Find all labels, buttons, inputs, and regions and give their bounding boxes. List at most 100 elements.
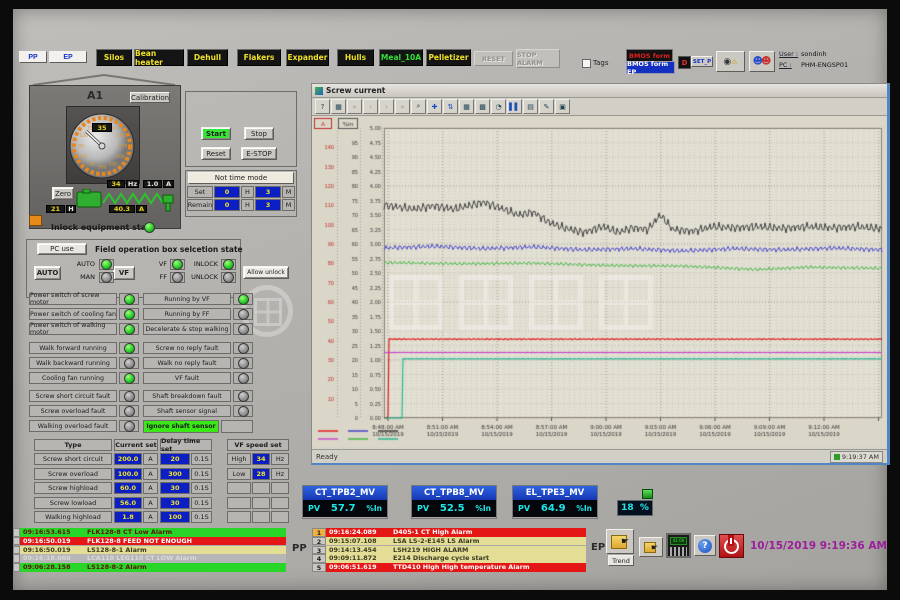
settings-delay-value[interactable]: 100 bbox=[160, 511, 190, 523]
calendar-icon[interactable]: ▦ bbox=[331, 99, 346, 114]
zoom-icon[interactable]: ⌕ bbox=[411, 99, 426, 114]
calibration-button[interactable]: Calibration bbox=[130, 92, 170, 103]
pv-display-el_tpe3_mv: EL_TPE3_MVPV64.9%In bbox=[512, 485, 598, 519]
ep-page-button[interactable]: EP bbox=[49, 51, 87, 63]
alarm-row[interactable]: 309:14:13.454LSH219 HIGH ALARM bbox=[312, 546, 586, 555]
keypad-icon[interactable]: 41.00 bbox=[666, 533, 691, 558]
help-icon[interactable]: ? bbox=[315, 99, 330, 114]
settings-current-value[interactable]: 200.0 bbox=[114, 453, 142, 465]
nav-button-bean-heater[interactable]: Bean heater bbox=[134, 49, 184, 66]
d-badge-icon[interactable]: D bbox=[678, 56, 691, 69]
settings-current-value[interactable]: 1.8 bbox=[114, 511, 142, 523]
vf-speed-unit bbox=[271, 511, 289, 523]
settings-current-value[interactable]: 100.0 bbox=[114, 468, 142, 480]
status-right-label: Running by FF bbox=[143, 308, 231, 320]
equipment-title: A1 bbox=[87, 89, 103, 102]
reset-button[interactable]: RESET bbox=[474, 51, 513, 66]
grid-icon[interactable]: ▦ bbox=[459, 99, 474, 114]
edit-icon[interactable]: ✎ bbox=[539, 99, 554, 114]
set-p-button[interactable]: SET_P bbox=[691, 56, 713, 67]
allow-unlock-button[interactable]: Allow unlock bbox=[243, 266, 289, 279]
settings-delay-value[interactable]: 30 bbox=[160, 497, 190, 509]
settings-delay-value[interactable]: 30 bbox=[160, 482, 190, 494]
trend-plot[interactable] bbox=[312, 116, 886, 447]
start-button[interactable]: Start bbox=[201, 127, 231, 140]
alarm-row[interactable]: 109:16:24.089D405-1 CT High Alarm bbox=[312, 528, 586, 537]
pan-icon[interactable]: ✚ bbox=[427, 99, 442, 114]
pp-page-button[interactable]: PP bbox=[19, 51, 47, 63]
stop-alarm-button[interactable]: STOP ALARM bbox=[516, 49, 560, 68]
ignore-shaft-sensor-button[interactable]: Ignore shaft sensor bbox=[143, 420, 219, 433]
vf-speed-value[interactable]: 28 bbox=[252, 468, 270, 480]
stop-button[interactable]: Stop bbox=[244, 127, 274, 140]
trend-button-label[interactable]: Trend bbox=[608, 555, 634, 566]
nav-button-meal-10a[interactable]: Meal_10A bbox=[379, 49, 423, 66]
notes-hand-icon[interactable]: ☛ bbox=[639, 537, 663, 557]
nav-button-expander[interactable]: Expander bbox=[286, 49, 329, 66]
nav-button-silos[interactable]: Silos bbox=[96, 49, 132, 66]
vf-led bbox=[170, 272, 185, 283]
timer-minutes-value[interactable]: 3 bbox=[255, 186, 281, 198]
alarm-monitor-icon[interactable]: ◉⚠ bbox=[716, 51, 745, 72]
timer-hours-value[interactable]: 0 bbox=[214, 199, 240, 211]
status-left-label: Power switch of walking motor bbox=[29, 323, 117, 335]
alarm-row[interactable]: 09:06:28.158LS128-8-2 Alarm bbox=[13, 563, 286, 572]
timer-mode-header[interactable]: Not time mode bbox=[188, 172, 294, 184]
status-right-led bbox=[233, 308, 253, 320]
image-icon[interactable]: ▣ bbox=[555, 99, 570, 114]
prev-icon[interactable]: ‹ bbox=[363, 99, 378, 114]
alarm-row[interactable]: 409:09:11.872E214 Discharge cycle start bbox=[312, 554, 586, 563]
settings-current-value[interactable]: 60.0 bbox=[114, 482, 142, 494]
alarm-text: LS128-8-2 Alarm bbox=[81, 563, 286, 572]
bmos-form-ep-button[interactable]: BMOS form EP bbox=[626, 61, 675, 74]
vf-ff-button[interactable]: VF bbox=[113, 266, 135, 280]
nav-button-dehull[interactable]: Dehull bbox=[187, 49, 228, 66]
timer-hours-unit: H bbox=[241, 199, 254, 211]
alarm-row[interactable]: 209:15:07.108LSA LS-2-E145 LS Alarm bbox=[312, 537, 586, 546]
settings-current-unit: A bbox=[143, 511, 158, 523]
time-icon[interactable]: ◔ bbox=[491, 99, 506, 114]
alarm-row-number: 2 bbox=[312, 537, 326, 546]
scale-icon[interactable]: ⇅ bbox=[443, 99, 458, 114]
settings-delay-value[interactable]: 300 bbox=[160, 468, 190, 480]
alarm-row[interactable]: 09:16:50.019LS128-8-1 Alarm bbox=[13, 546, 286, 555]
nav-button-pelletizer[interactable]: Pelletizer bbox=[426, 49, 471, 66]
timer-hours-value[interactable]: 0 bbox=[214, 186, 240, 198]
tags-checkbox[interactable] bbox=[582, 59, 591, 68]
pause-icon[interactable]: ▌▌ bbox=[507, 99, 522, 114]
alarm-row-selector bbox=[13, 528, 20, 537]
pv-label: PV bbox=[308, 504, 320, 513]
nav-button-hulls[interactable]: Hulls bbox=[337, 49, 374, 66]
nav-button-flakers[interactable]: Flakers bbox=[237, 49, 281, 66]
last-icon[interactable]: » bbox=[395, 99, 410, 114]
alarm-time: 09:09:11.872 bbox=[326, 554, 389, 563]
next-icon[interactable]: › bbox=[379, 99, 394, 114]
vf-speed-unit: Hz bbox=[271, 453, 289, 465]
alarm-row[interactable]: 09:16:50.019FLK128-8 FEED NOT ENOUGH bbox=[13, 537, 286, 546]
help-icon[interactable]: ? bbox=[694, 535, 716, 556]
settings-delay-value[interactable]: 20 bbox=[160, 453, 190, 465]
first-icon[interactable]: « bbox=[347, 99, 362, 114]
pc-use-button[interactable]: PC use bbox=[37, 243, 87, 255]
alarm-row-selector bbox=[13, 554, 20, 563]
vf-speed-unit bbox=[271, 482, 289, 494]
vf-speed-label: Low bbox=[227, 468, 251, 480]
trend-window-titlebar[interactable]: Screw current bbox=[312, 84, 887, 98]
alarm-row[interactable]: 09:16:53.615FLK128-8 CT Low Alarm bbox=[13, 528, 286, 537]
alarm-row[interactable]: 09:16:18.060LCA110 LEG110 CT LOW Alarm bbox=[13, 554, 286, 563]
reset-motor-button[interactable]: Reset bbox=[201, 147, 231, 160]
users-icon[interactable]: ☻☻ bbox=[749, 51, 775, 72]
print-icon[interactable]: ▤ bbox=[523, 99, 538, 114]
vf-speed-value[interactable]: 34 bbox=[252, 453, 270, 465]
svg-text:30: 30 bbox=[89, 162, 95, 168]
timer-minutes-value[interactable]: 3 bbox=[255, 199, 281, 211]
trend-button-icon[interactable]: ☛ bbox=[606, 529, 634, 554]
auto-man-button[interactable]: AUTO bbox=[34, 266, 61, 280]
palette-icon[interactable]: ▩ bbox=[475, 99, 490, 114]
power-icon[interactable] bbox=[719, 534, 744, 558]
status-left-label: Screw overload fault bbox=[29, 405, 117, 417]
estop-button[interactable]: E-STOP bbox=[241, 147, 277, 160]
settings-current-value[interactable]: 56.0 bbox=[114, 497, 142, 509]
alarm-row[interactable]: 509:06:51.619TTD410 High High temperatur… bbox=[312, 563, 586, 572]
zero-button[interactable]: Zero bbox=[52, 187, 74, 200]
